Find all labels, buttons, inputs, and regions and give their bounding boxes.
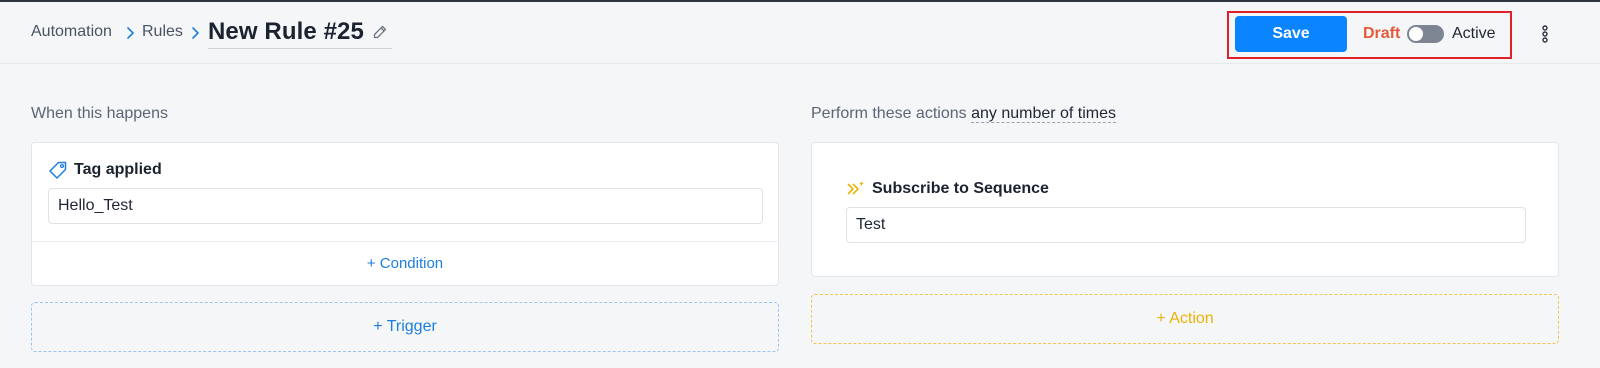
status-toggle[interactable] xyxy=(1407,25,1444,43)
rule-title-editor[interactable]: New Rule #25 xyxy=(208,16,392,49)
pencil-icon[interactable] xyxy=(372,24,388,40)
breadcrumb-automation[interactable]: Automation xyxy=(31,23,112,41)
tag-icon xyxy=(48,160,68,180)
toggle-knob xyxy=(1409,27,1423,41)
trigger-card-header: Tag applied xyxy=(48,160,162,180)
add-action-button[interactable]: + Action xyxy=(811,294,1559,344)
breadcrumb-rules[interactable]: Rules xyxy=(142,23,183,41)
top-header: Automation Rules New Rule #25 Save Draft… xyxy=(0,2,1600,64)
status-active-label: Active xyxy=(1452,25,1496,42)
sequence-value-field[interactable]: Test xyxy=(846,207,1526,243)
action-repeat-selector[interactable]: any number of times xyxy=(971,105,1117,123)
trigger-card[interactable]: Tag applied Hello_Test + Condition xyxy=(31,142,779,286)
chevron-right-icon xyxy=(189,25,203,41)
add-trigger-button[interactable]: + Trigger xyxy=(31,302,779,352)
tag-value-field[interactable]: Hello_Test xyxy=(48,188,763,224)
page-title[interactable]: New Rule #25 xyxy=(208,18,364,46)
chevron-right-icon xyxy=(124,25,138,41)
trigger-card-title: Tag applied xyxy=(74,161,162,178)
status-draft-label: Draft xyxy=(1363,25,1401,42)
action-section-label: Perform these actions any number of time… xyxy=(811,105,1117,123)
action-section-label-prefix: Perform these actions xyxy=(811,105,967,122)
sequence-icon xyxy=(846,179,866,199)
action-card-title: Subscribe to Sequence xyxy=(872,180,1049,197)
more-options-icon[interactable] xyxy=(1539,23,1551,45)
action-card[interactable]: Subscribe to Sequence Test xyxy=(811,142,1559,277)
action-card-header: Subscribe to Sequence xyxy=(846,179,1049,199)
trigger-section-label: When this happens xyxy=(31,105,168,122)
add-condition-button[interactable]: + Condition xyxy=(32,242,778,286)
save-button[interactable]: Save xyxy=(1235,16,1347,52)
